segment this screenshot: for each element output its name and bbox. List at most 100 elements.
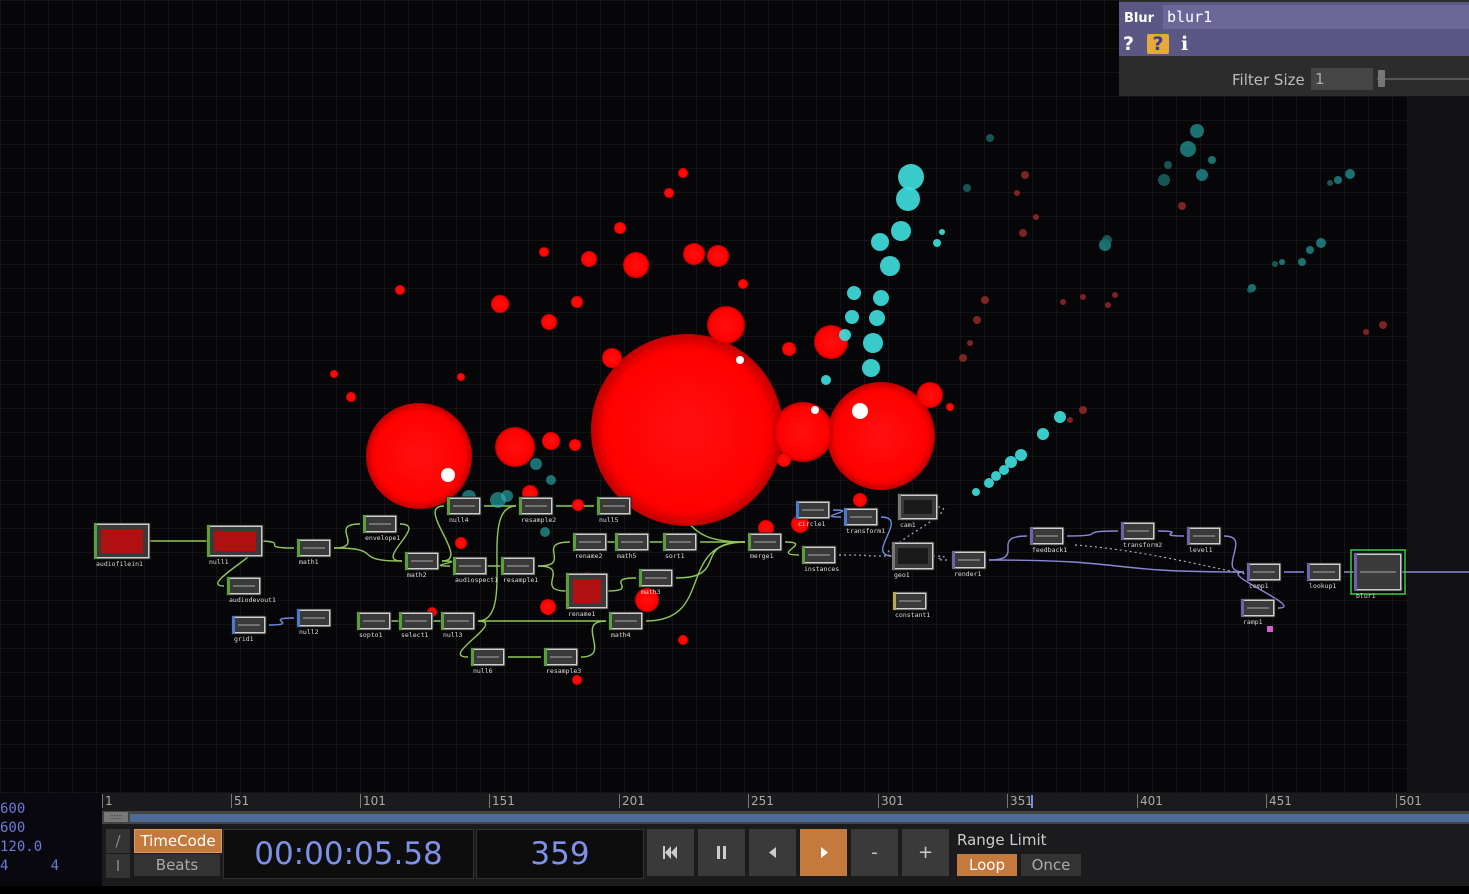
node-transform2[interactable]: transform2 [1120, 521, 1162, 549]
node-resample1[interactable]: resample1 [500, 556, 538, 584]
pause-button[interactable] [698, 829, 745, 876]
timecode-mode-button[interactable]: TimeCode [134, 829, 222, 853]
node-family-stripe [796, 501, 799, 519]
node-label: audiofilein1 [96, 560, 143, 568]
node-label: cam1 [900, 521, 916, 529]
particle [898, 164, 924, 190]
node-null3[interactable]: null3 [440, 611, 476, 639]
node-math4[interactable]: math4 [608, 611, 644, 639]
node-comp1[interactable]: comp1 [1246, 562, 1282, 590]
wire [880, 516, 894, 557]
operator-name-field[interactable]: blur1 [1163, 5, 1469, 29]
node-ramp1[interactable]: ramp1 [1240, 598, 1276, 626]
network-editor[interactable]: audiofilein1 null1 audiodevout1 math1 envelo… [0, 0, 1469, 793]
node-transform1[interactable]: transform1 [843, 507, 885, 535]
loop-button[interactable]: Loop [957, 854, 1017, 876]
node-label: rename1 [568, 610, 595, 618]
node-grid1[interactable]: grid1 [231, 615, 267, 643]
node-label: lookup1 [1309, 582, 1336, 590]
particle [782, 342, 796, 356]
python-help-button[interactable]: ? [1147, 34, 1169, 54]
node-math1[interactable]: math1 [296, 538, 332, 566]
particle [999, 465, 1009, 475]
node-family-stripe [453, 557, 456, 575]
node-family-stripe [501, 557, 504, 575]
filter-size-field[interactable]: 1 [1311, 68, 1373, 90]
node-math3[interactable]: math3 [638, 568, 674, 596]
particle [664, 188, 674, 198]
frame-display[interactable]: 359 [476, 829, 644, 879]
node-feedback1[interactable]: feedback1 [1029, 526, 1067, 554]
particle [1014, 190, 1020, 196]
help-button[interactable]: ? [1123, 34, 1134, 54]
particle [541, 314, 557, 330]
node-blur1[interactable]: blur1 [1350, 549, 1406, 600]
node-label: instances [804, 565, 839, 573]
node-math5[interactable]: math5 [614, 532, 650, 560]
particle [1345, 169, 1355, 179]
playhead[interactable] [1031, 795, 1033, 808]
particle [939, 229, 945, 235]
timeline-marker-button[interactable]: I [106, 854, 130, 878]
particle [683, 243, 705, 265]
node-merge1[interactable]: merge1 [747, 532, 783, 560]
info-button[interactable]: i [1181, 34, 1188, 54]
node-rename2[interactable]: rename2 [572, 532, 608, 560]
node-family-stripe [893, 592, 896, 610]
node-level1[interactable]: level1 [1186, 526, 1222, 554]
node-geo1[interactable]: geo1 [891, 541, 935, 579]
step-back-button[interactable]: - [851, 829, 898, 876]
range-handle[interactable]: :::: [104, 812, 128, 822]
timeline-ruler[interactable]: 1 51 101 151 201 251 301 351 401 451 501 [102, 793, 1469, 809]
particle [1033, 214, 1039, 220]
particle [540, 599, 556, 615]
node-cam1[interactable]: cam1 [897, 493, 939, 529]
node-label: null6 [473, 667, 493, 675]
filter-size-slider-handle[interactable] [1378, 70, 1385, 87]
node-sopto1[interactable]: sopto1 [356, 611, 392, 639]
node-null5[interactable]: null5 [596, 496, 632, 524]
node-audiospect1[interactable]: audiospect1 [452, 556, 498, 584]
particle [1327, 180, 1333, 186]
node-family-stripe [573, 533, 576, 551]
beats-mode-button[interactable]: Beats [134, 854, 220, 876]
step-forward-button[interactable]: + [902, 829, 949, 876]
node-circle1[interactable]: circle1 [795, 500, 831, 528]
node-null1[interactable]: null1 [206, 524, 264, 566]
node-null6[interactable]: null6 [470, 647, 506, 675]
node-label: rename2 [575, 552, 602, 560]
node-audiofilein1[interactable]: audiofilein1 [93, 522, 151, 568]
node-sort1[interactable]: sort1 [662, 532, 698, 560]
particle [853, 493, 867, 507]
node-null4[interactable]: null4 [446, 496, 482, 524]
particle [455, 537, 467, 549]
timecode-display[interactable]: 00:00:05.58 [223, 829, 474, 879]
node-label: resample1 [503, 576, 538, 584]
node-audiodevout1[interactable]: audiodevout1 [226, 576, 276, 604]
rewind-button[interactable] [647, 829, 694, 876]
play-forward-button[interactable] [800, 829, 847, 876]
node-preview [904, 500, 932, 514]
node-envelope1[interactable]: envelope1 [362, 514, 400, 542]
node-family-stripe [363, 515, 366, 533]
ruler-tick: 301 [878, 794, 904, 808]
node-resample2[interactable]: resample2 [518, 496, 556, 524]
node-lookup1[interactable]: lookup1 [1306, 562, 1342, 590]
timeline-toggle-button[interactable]: / [106, 829, 130, 853]
node-instances[interactable]: instances [801, 545, 839, 573]
node-rename1[interactable]: rename1 [565, 572, 609, 618]
node-render1[interactable]: render1 [951, 550, 987, 578]
node-math2[interactable]: math2 [404, 551, 440, 579]
particle [1247, 287, 1253, 293]
node-null2[interactable]: null2 [296, 608, 332, 636]
node-select1[interactable]: select1 [398, 611, 434, 639]
range-bar[interactable]: :::: [102, 811, 1469, 824]
particle [896, 187, 920, 211]
once-button[interactable]: Once [1021, 854, 1081, 876]
node-label: level1 [1189, 546, 1213, 554]
filter-size-slider-track[interactable] [1377, 78, 1469, 80]
node-resample3[interactable]: resample3 [543, 647, 581, 675]
node-constant1[interactable]: constant1 [892, 591, 930, 619]
play-reverse-button[interactable] [749, 829, 796, 876]
particle [972, 488, 980, 496]
